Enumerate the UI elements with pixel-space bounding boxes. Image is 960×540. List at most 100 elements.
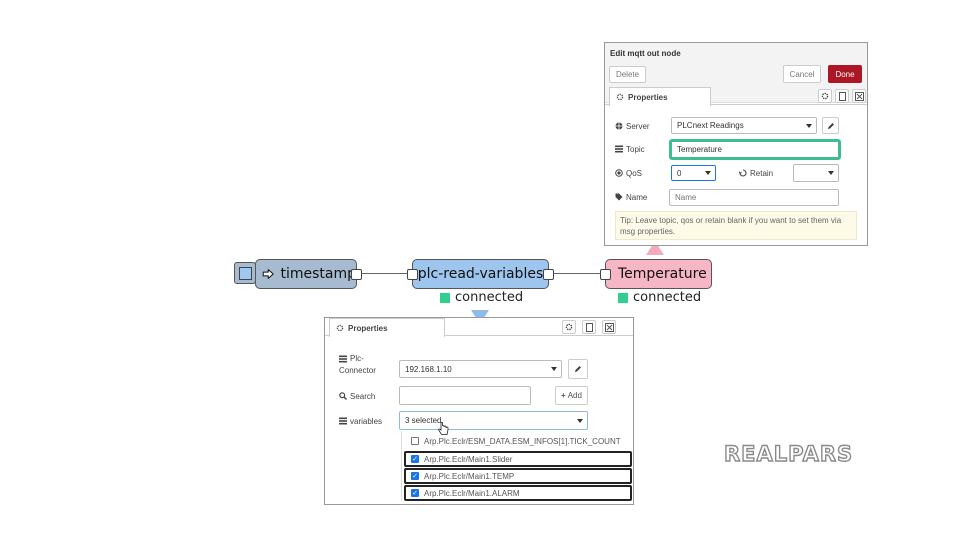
variables-label-text: variables xyxy=(350,416,383,426)
tag-icon xyxy=(615,193,623,201)
gear-icon xyxy=(616,93,624,101)
chevron-down-icon xyxy=(705,171,711,175)
wire-timestamp-plc xyxy=(361,273,412,274)
qos-select[interactable]: 0 xyxy=(671,165,716,181)
name-input[interactable] xyxy=(669,189,839,206)
plus-icon: + xyxy=(561,391,566,400)
connector-label-text-2: Connector xyxy=(339,366,376,375)
checkbox-checked[interactable]: ✓ xyxy=(411,455,419,463)
status-dot xyxy=(440,292,450,303)
panel-title: Edit mqtt out node xyxy=(610,48,681,58)
tip-box: Tip: Leave topic, qos or retain blank if… xyxy=(615,211,857,240)
search-input[interactable] xyxy=(399,386,531,405)
settings-tab-button[interactable] xyxy=(562,320,576,334)
tab-properties[interactable]: Properties xyxy=(609,87,711,106)
input-port[interactable] xyxy=(600,269,611,280)
tip-text: Tip: Leave topic, qos or retain blank if… xyxy=(620,216,842,236)
topic-label-text: Topic xyxy=(626,144,645,154)
variables-multiselect[interactable]: 3 selected xyxy=(399,411,588,430)
server-label-text: Server xyxy=(626,121,650,131)
settings-tab-button[interactable] xyxy=(818,89,832,103)
topic-label: Topic xyxy=(615,143,645,155)
connector-label: Plc- Connector xyxy=(339,353,376,377)
node-mqtt-label: Temperature xyxy=(618,266,707,282)
output-port[interactable] xyxy=(351,269,362,280)
inject-button-square xyxy=(238,266,252,280)
node-plc-read-variables[interactable]: plc-read-variables xyxy=(407,259,554,289)
delete-button[interactable]: Delete xyxy=(609,66,646,83)
cancel-button[interactable]: Cancel xyxy=(783,65,821,83)
server-select[interactable]: PLCnext Readings xyxy=(671,117,817,134)
checkbox-checked[interactable]: ✓ xyxy=(411,472,419,480)
node-timestamp-label: timestamp xyxy=(280,266,356,282)
variables-label: variables xyxy=(339,415,382,427)
retain-label-text: Retain xyxy=(750,168,774,178)
globe-icon xyxy=(615,122,623,130)
node-plc-label: plc-read-variables xyxy=(417,266,544,282)
plc-status: connected xyxy=(440,290,523,305)
name-label: Name xyxy=(615,191,647,203)
pencil-icon xyxy=(575,366,581,372)
checkbox-unchecked[interactable] xyxy=(411,437,419,445)
retain-label: Retain xyxy=(739,167,773,179)
topic-input[interactable]: Temperature xyxy=(669,139,841,160)
file-icon xyxy=(838,91,846,101)
plc-status-text: connected xyxy=(455,290,524,305)
done-button[interactable]: Done xyxy=(828,65,862,83)
variable-option[interactable]: ✓ Arp.Plc.Eclr/Main1.Slider xyxy=(404,451,632,467)
connector-label-text-1: Plc- xyxy=(350,354,364,363)
chevron-down-icon xyxy=(806,123,812,128)
node-mqtt-temperature[interactable]: Temperature xyxy=(600,259,712,289)
edit-connector-button[interactable] xyxy=(568,359,588,379)
chevron-down-icon xyxy=(551,367,557,371)
name-label-text: Name xyxy=(626,192,648,202)
add-button-label: Add xyxy=(567,391,582,400)
output-port[interactable] xyxy=(543,269,554,280)
edit-server-button[interactable] xyxy=(822,117,839,134)
mqtt-status-text: connected xyxy=(633,290,702,305)
qos-label-text: QoS xyxy=(626,168,643,178)
variable-option[interactable]: ✓ Arp.Plc.Eclr/Main1.ALARM xyxy=(404,485,632,501)
search-icon xyxy=(339,392,347,400)
description-tab-button[interactable] xyxy=(582,320,596,334)
plc-edit-panel: Properties Plc- Connector 192.168.1.10 S… xyxy=(324,317,634,505)
radio-icon xyxy=(615,169,623,177)
wire-plc-mqtt xyxy=(554,273,605,274)
variable-option[interactable]: Arp.Plc.Eclr/ESM_DATA.ESM_INFOS[1].TICK_… xyxy=(406,433,632,449)
connector-select-value: 192.168.1.10 xyxy=(405,364,452,374)
input-port[interactable] xyxy=(407,269,418,280)
appearance-icon xyxy=(854,91,864,101)
server-select-value: PLCnext Readings xyxy=(677,121,744,130)
qos-label: QoS xyxy=(615,167,642,179)
add-button[interactable]: + Add xyxy=(555,386,588,405)
appearance-tab-button[interactable] xyxy=(602,320,616,334)
chevron-down-icon xyxy=(828,171,834,175)
variables-options-list: Arp.Plc.Eclr/ESM_DATA.ESM_INFOS[1].TICK_… xyxy=(401,431,633,501)
gear-icon xyxy=(565,323,573,331)
retain-select[interactable] xyxy=(793,164,839,182)
connector-select[interactable]: 192.168.1.10 xyxy=(399,360,562,378)
mqtt-status: connected xyxy=(618,290,701,305)
arrow-in-icon xyxy=(262,269,274,279)
variables-multiselect-value: 3 selected xyxy=(405,416,442,425)
variable-option-label: Arp.Plc.Eclr/Main1.TEMP xyxy=(424,471,515,481)
pencil-icon xyxy=(827,122,834,129)
mqtt-edit-panel: Edit mqtt out node Delete Cancel Done Pr… xyxy=(604,42,868,246)
list-icon xyxy=(339,355,347,363)
gear-icon xyxy=(821,92,829,100)
appearance-tab-button[interactable] xyxy=(852,89,866,103)
file-icon xyxy=(585,322,593,332)
realpars-logo: REALPARS xyxy=(723,441,854,466)
node-timestamp[interactable]: timestamp xyxy=(255,259,362,289)
list-icon xyxy=(339,417,347,425)
history-icon xyxy=(739,169,747,177)
variable-option[interactable]: ✓ Arp.Plc.Eclr/Main1.TEMP xyxy=(404,468,632,484)
tab-properties[interactable]: Properties xyxy=(329,318,445,337)
checkbox-checked[interactable]: ✓ xyxy=(411,489,419,497)
variable-option-label: Arp.Plc.Eclr/Main1.ALARM xyxy=(424,488,520,498)
list-icon xyxy=(615,145,623,153)
description-tab-button[interactable] xyxy=(835,89,849,103)
inject-button[interactable] xyxy=(234,262,256,284)
topic-input-value: Temperature xyxy=(677,145,722,154)
variable-option-label: Arp.Plc.Eclr/ESM_DATA.ESM_INFOS[1].TICK_… xyxy=(424,436,621,446)
